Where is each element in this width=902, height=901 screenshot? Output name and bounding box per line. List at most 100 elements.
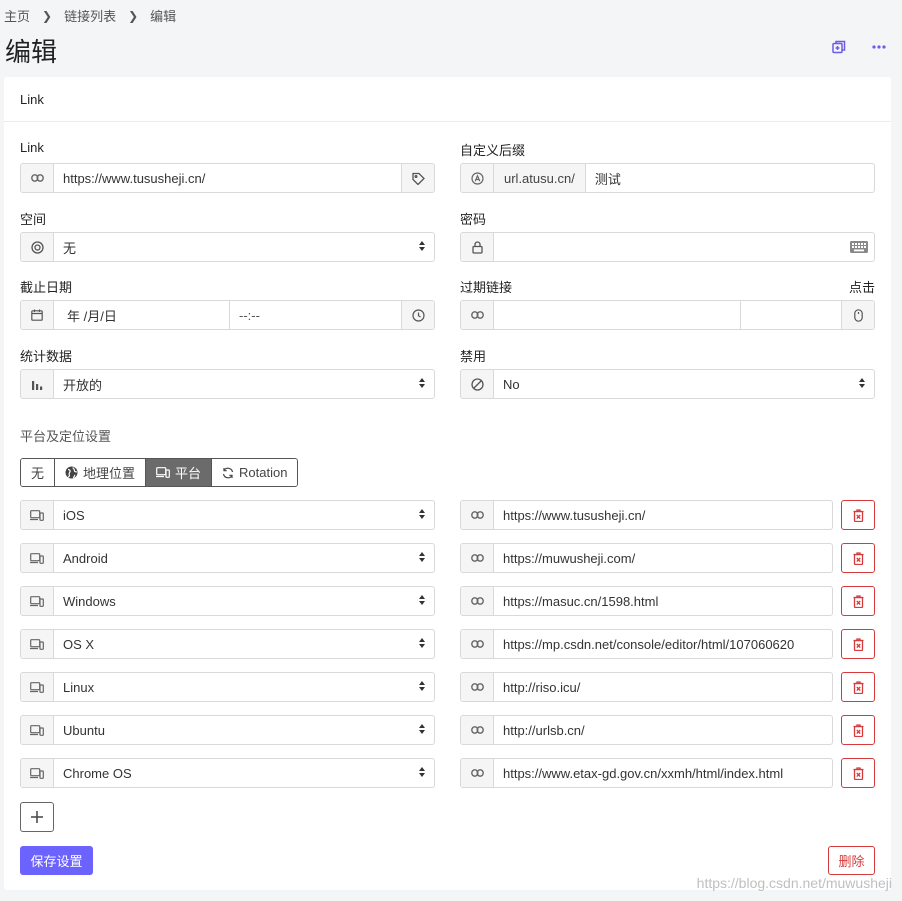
select-caret-icon — [419, 724, 425, 734]
platform-url-input[interactable]: https://www.tususheji.cn/ — [494, 501, 832, 529]
chevron-right-icon: ❯ — [42, 8, 53, 23]
platform-url-group: https://mp.csdn.net/console/editor/html/… — [460, 629, 833, 659]
expiry-group: 年 /月/日 --:-- — [20, 300, 435, 330]
devices-icon — [21, 759, 54, 787]
breadcrumb-links[interactable]: 链接列表 — [64, 6, 116, 25]
select-caret-icon — [419, 767, 425, 777]
stats-value: 开放的 — [63, 377, 103, 393]
select-caret-icon — [419, 681, 425, 691]
duplicate-icon[interactable] — [832, 40, 846, 54]
platform-select[interactable]: Linux — [54, 673, 434, 701]
stats-group: 开放的 — [20, 369, 435, 399]
platform-select[interactable]: Chrome OS — [54, 759, 434, 787]
keyboard-icon[interactable] — [844, 233, 874, 261]
devices-icon — [21, 501, 54, 529]
targeting-option-geo[interactable]: 地理位置 — [55, 459, 147, 486]
trash-icon — [853, 637, 864, 651]
suffix-label: 自定义后缀 — [460, 143, 526, 158]
remove-rule-button[interactable] — [841, 758, 875, 788]
platform-url-input[interactable]: https://muwusheji.com/ — [494, 544, 832, 572]
platform-select[interactable]: Android — [54, 544, 434, 572]
platform-select-group: Windows — [20, 586, 435, 616]
remove-rule-button[interactable] — [841, 672, 875, 702]
expired-link-input[interactable] — [494, 301, 740, 329]
targeting-label: 平台及定位设置 — [20, 429, 112, 444]
disabled-label: 禁用 — [460, 349, 487, 364]
platform-url-input[interactable]: http://urlsb.cn/ — [494, 716, 832, 744]
suffix-domain: url.atusu.cn/ — [494, 164, 586, 192]
add-rule-button[interactable] — [20, 802, 54, 832]
remove-rule-button[interactable] — [841, 543, 875, 573]
breadcrumb-home[interactable]: 主页 — [4, 6, 30, 25]
chevron-right-icon: ❯ — [128, 8, 139, 23]
link-label: Link — [20, 140, 44, 155]
clicks-input[interactable] — [741, 301, 841, 329]
clicks-label: 点击 — [849, 280, 876, 295]
trash-icon — [853, 551, 864, 565]
password-input[interactable] — [494, 233, 844, 261]
remove-rule-button[interactable] — [841, 629, 875, 659]
space-value: 无 — [63, 240, 77, 256]
platform-select-group: OS X — [20, 629, 435, 659]
plus-icon — [31, 811, 43, 823]
platform-select-group: Android — [20, 543, 435, 573]
more-icon[interactable] — [872, 45, 886, 49]
platform-url-group: https://muwusheji.com/ — [460, 543, 833, 573]
select-caret-icon — [419, 552, 425, 562]
platform-url-input[interactable]: https://www.etax-gd.gov.cn/xxmh/html/ind… — [494, 759, 832, 787]
platform-select-group: Chrome OS — [20, 758, 435, 788]
expiry-date-input[interactable]: 年 /月/日 — [54, 301, 229, 329]
platform-select-group: iOS — [20, 500, 435, 530]
trash-icon — [853, 680, 864, 694]
platform-url-input[interactable]: http://riso.icu/ — [494, 673, 832, 701]
platform-url-input[interactable]: https://mp.csdn.net/console/editor/html/… — [494, 630, 832, 658]
platform-url-group: https://www.etax-gd.gov.cn/xxmh/html/ind… — [460, 758, 833, 788]
devices-icon — [21, 587, 54, 615]
platform-value: Android — [63, 550, 108, 566]
link-input[interactable]: https://www.tususheji.cn/ — [54, 164, 401, 192]
disabled-value: No — [503, 376, 520, 392]
platform-url-group: http://urlsb.cn/ — [460, 715, 833, 745]
calendar-icon — [21, 301, 54, 329]
platform-url-input[interactable]: https://masuc.cn/1598.html — [494, 587, 832, 615]
disabled-select[interactable]: No — [494, 370, 874, 398]
platform-select[interactable]: iOS — [54, 501, 434, 529]
expiry-time-input[interactable]: --:-- — [230, 301, 401, 329]
devices-icon — [21, 630, 54, 658]
devices-icon — [156, 467, 170, 478]
targeting-option-rotation[interactable]: Rotation — [212, 459, 298, 486]
targeting-option-platform[interactable]: 平台 — [146, 459, 213, 486]
password-group — [460, 232, 875, 262]
select-caret-icon — [419, 509, 425, 519]
remove-rule-button[interactable] — [841, 586, 875, 616]
watermark: https://blog.csdn.net/muwusheji — [696, 875, 892, 891]
breadcrumb-current: 编辑 — [150, 9, 177, 24]
top-actions — [832, 40, 886, 54]
remove-rule-button[interactable] — [841, 715, 875, 745]
platform-url-group: http://riso.icu/ — [460, 672, 833, 702]
trash-icon — [853, 766, 864, 780]
disabled-group: No — [460, 369, 875, 399]
clock-icon[interactable] — [401, 301, 434, 329]
platform-value: iOS — [63, 507, 85, 523]
space-label: 空间 — [20, 212, 47, 227]
link-icon — [461, 716, 494, 744]
suffix-input[interactable]: 测试 — [586, 164, 874, 192]
save-button[interactable]: 保存设置 — [20, 846, 93, 875]
platform-select[interactable]: OS X — [54, 630, 434, 658]
space-select[interactable]: 无 — [54, 233, 434, 261]
tag-icon[interactable] — [401, 164, 434, 192]
devices-icon — [21, 716, 54, 744]
targeting-option-none[interactable]: 无 — [21, 459, 56, 486]
platform-select[interactable]: Windows — [54, 587, 434, 615]
sync-icon — [222, 467, 234, 478]
expiry-label: 截止日期 — [20, 280, 73, 295]
select-caret-icon — [419, 241, 425, 251]
select-caret-icon — [419, 595, 425, 605]
remove-rule-button[interactable] — [841, 500, 875, 530]
breadcrumb: 主页 ❯ 链接列表 ❯ 编辑 — [4, 6, 176, 25]
stats-select[interactable]: 开放的 — [54, 370, 434, 398]
delete-button[interactable]: 删除 — [828, 846, 875, 875]
page-title: 编辑 — [5, 37, 58, 67]
platform-select[interactable]: Ubuntu — [54, 716, 434, 744]
